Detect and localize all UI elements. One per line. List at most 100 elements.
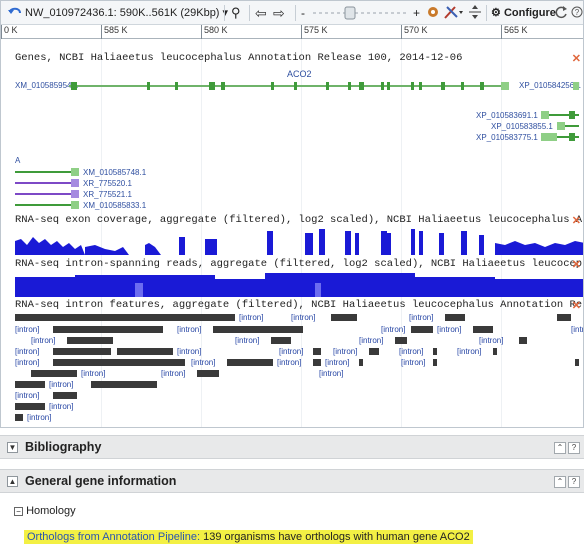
intron-label[interactable]: [intron] bbox=[177, 347, 201, 356]
pan-right-icon[interactable]: ⇨ bbox=[273, 4, 285, 22]
intron-feature[interactable] bbox=[411, 326, 433, 333]
intron-label[interactable]: [intron] bbox=[291, 313, 315, 322]
intron-label[interactable]: [intron] bbox=[319, 369, 343, 378]
collapse-icon[interactable]: ▲ bbox=[7, 476, 18, 487]
intron-feature[interactable] bbox=[53, 326, 163, 333]
intron-feature[interactable] bbox=[197, 370, 219, 377]
intron-label[interactable]: [intron] bbox=[239, 313, 263, 322]
close-icon[interactable]: ✕ bbox=[572, 258, 581, 271]
intron-reads-graph[interactable] bbox=[15, 271, 583, 297]
intron-label[interactable]: [intron] bbox=[457, 347, 481, 356]
gene-label[interactable]: XR_775521.1 bbox=[83, 190, 132, 199]
intron-label[interactable]: [intron] bbox=[277, 358, 301, 367]
zoom-slider[interactable] bbox=[313, 4, 409, 22]
gene-label[interactable]: XP_010583855.1 bbox=[491, 122, 553, 131]
intron-label[interactable]: [intron] bbox=[401, 358, 425, 367]
search-icon[interactable]: ⚲ bbox=[231, 4, 241, 22]
intron-label[interactable]: [intron] bbox=[27, 413, 51, 422]
intron-label[interactable]: [intron] bbox=[31, 336, 55, 345]
intron-feature[interactable] bbox=[15, 381, 45, 388]
intron-label[interactable]: [intron] bbox=[399, 347, 423, 356]
pan-left-icon[interactable]: ⇦ bbox=[255, 4, 267, 22]
zoom-in-icon[interactable]: + bbox=[413, 4, 420, 22]
homology-subsection[interactable]: − Homology bbox=[14, 505, 76, 517]
intron-feature[interactable] bbox=[15, 314, 235, 321]
intron-feature[interactable] bbox=[313, 348, 321, 355]
intron-feature[interactable] bbox=[557, 314, 571, 321]
orthologs-link[interactable]: Orthologs from Annotation Pipeline: bbox=[27, 531, 200, 543]
gene-label[interactable]: XP_010584256.1 bbox=[519, 81, 581, 90]
collapse-icon[interactable]: ⌃ bbox=[554, 476, 566, 488]
intron-label[interactable]: [intron] bbox=[15, 347, 39, 356]
intron-label[interactable]: [intron] bbox=[81, 369, 105, 378]
bibliography-section-header[interactable]: ▼ Bibliography ⌃? bbox=[0, 435, 584, 459]
intron-feature[interactable] bbox=[313, 359, 321, 366]
intron-feature[interactable] bbox=[91, 381, 157, 388]
intron-feature[interactable] bbox=[395, 337, 407, 344]
back-arrow-icon[interactable] bbox=[7, 4, 23, 22]
intron-feature[interactable] bbox=[271, 337, 291, 344]
intron-label[interactable]: [intron] bbox=[279, 347, 303, 356]
location-box[interactable]: NW_010972436.1: 590K..561K (29Kbp) ▾ bbox=[25, 4, 228, 22]
zoom-out-icon[interactable]: - bbox=[301, 4, 305, 22]
intron-label[interactable]: [intron] bbox=[333, 347, 357, 356]
help-icon[interactable]: ? bbox=[568, 442, 580, 454]
configure-button[interactable]: ⚙ Configure bbox=[491, 4, 556, 22]
gene-label[interactable]: XM_010585833.1 bbox=[83, 201, 146, 210]
intron-feature[interactable] bbox=[53, 392, 77, 399]
fit-icon[interactable] bbox=[468, 4, 482, 22]
collapse-icon[interactable]: ⌃ bbox=[554, 442, 566, 454]
intron-label[interactable]: [intron] bbox=[479, 336, 503, 345]
intron-label[interactable]: [intron] bbox=[15, 325, 39, 334]
close-icon[interactable]: ✕ bbox=[572, 299, 581, 312]
gene-label[interactable]: XM_010585748.1 bbox=[83, 168, 146, 177]
intron-label[interactable]: [intron] bbox=[177, 325, 201, 334]
intron-feature[interactable] bbox=[433, 359, 437, 366]
intron-feature[interactable] bbox=[227, 359, 273, 366]
close-icon[interactable]: ✕ bbox=[572, 214, 581, 227]
intron-label[interactable]: [intron] bbox=[49, 402, 73, 411]
intron-feature[interactable] bbox=[493, 348, 497, 355]
intron-label[interactable]: [intron] bbox=[325, 358, 349, 367]
minus-box-icon[interactable]: − bbox=[14, 506, 23, 516]
intron-label[interactable]: [intron] bbox=[381, 325, 405, 334]
intron-feature[interactable] bbox=[575, 359, 579, 366]
intron-label[interactable]: [intron] bbox=[359, 336, 383, 345]
intron-feature[interactable] bbox=[369, 348, 379, 355]
intron-label[interactable]: [intron] bbox=[191, 358, 215, 367]
gene-label[interactable]: XP_010583775.1 bbox=[476, 133, 538, 142]
intron-feature[interactable] bbox=[473, 326, 493, 333]
help-icon[interactable]: ? bbox=[568, 476, 580, 488]
intron-feature[interactable] bbox=[433, 348, 437, 355]
tools-icon[interactable] bbox=[425, 4, 441, 22]
intron-feature[interactable] bbox=[359, 359, 363, 366]
general-gene-info-section-header[interactable]: ▲ General gene information ⌃? bbox=[0, 469, 584, 493]
intron-label[interactable]: [intron] bbox=[235, 336, 259, 345]
intron-feature[interactable] bbox=[31, 370, 77, 377]
intron-feature[interactable] bbox=[53, 348, 111, 355]
intron-label[interactable]: [intron] bbox=[437, 325, 461, 334]
expand-icon[interactable]: ▼ bbox=[7, 442, 18, 453]
close-icon[interactable]: ✕ bbox=[572, 52, 581, 65]
intron-feature[interactable] bbox=[15, 403, 45, 410]
gene-name-label[interactable]: ACO2 bbox=[287, 69, 312, 79]
intron-label[interactable]: [intron] bbox=[15, 391, 39, 400]
intron-label[interactable]: [intron] bbox=[15, 358, 39, 367]
intron-feature[interactable] bbox=[519, 337, 527, 344]
help-icon[interactable]: ? bbox=[570, 4, 583, 22]
exon-coverage-graph[interactable] bbox=[15, 227, 583, 255]
intron-label[interactable]: [intron] bbox=[409, 313, 433, 322]
gene-label[interactable]: XP_010583691.1 bbox=[476, 111, 538, 120]
intron-feature[interactable] bbox=[53, 359, 185, 366]
intron-label[interactable]: [intron] bbox=[49, 380, 73, 389]
intron-feature[interactable] bbox=[445, 314, 465, 321]
intron-feature[interactable] bbox=[331, 314, 357, 321]
refresh-icon[interactable] bbox=[554, 4, 568, 22]
markers-icon[interactable] bbox=[443, 4, 465, 22]
intron-feature[interactable] bbox=[67, 337, 113, 344]
intron-label[interactable]: [intron] bbox=[571, 325, 583, 334]
intron-label[interactable]: [intron] bbox=[161, 369, 185, 378]
intron-feature[interactable] bbox=[15, 414, 23, 421]
gene-label[interactable]: XR_775520.1 bbox=[83, 179, 132, 188]
intron-feature[interactable] bbox=[213, 326, 303, 333]
